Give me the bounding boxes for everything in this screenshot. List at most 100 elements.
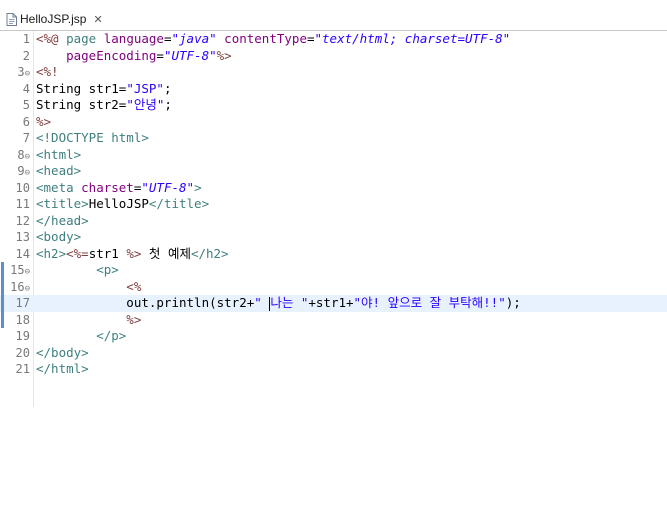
- code-text: <%!: [36, 64, 59, 81]
- code-token: %>: [36, 311, 142, 327]
- code-line[interactable]: 9⊖ <head>: [0, 163, 667, 180]
- code-line[interactable]: 10 <meta charset="UTF-8">: [0, 180, 667, 197]
- code-token: <body>: [36, 229, 82, 244]
- line-number: 4: [22, 81, 30, 96]
- code-line[interactable]: 4 String str1="JSP";: [0, 81, 667, 98]
- code-text: <html>: [36, 147, 81, 164]
- line-number: 6: [22, 114, 30, 129]
- code-line[interactable]: 13 <body>: [0, 229, 667, 246]
- code-line[interactable]: 5 String str2="안녕";: [0, 97, 667, 114]
- code-line[interactable]: 17 out.println(str2+" 나는 "+str1+"야! 앞으로 …: [0, 295, 667, 312]
- jsp-file-icon: [6, 12, 17, 26]
- line-number: 19: [15, 329, 30, 343]
- code-line[interactable]: 6 %>: [0, 114, 667, 131]
- code-text: </p>: [36, 328, 126, 345]
- code-text: <p>: [36, 262, 119, 279]
- line-number: 2: [22, 48, 30, 63]
- fold-collapse-icon[interactable]: ⊖: [25, 168, 30, 178]
- code-text: <title>HelloJSP</title>: [36, 196, 209, 213]
- line-number: 7: [22, 131, 30, 145]
- code-token: </title>: [148, 196, 210, 211]
- code-token: language: [103, 31, 164, 46]
- code-token: pageEncoding: [36, 47, 157, 63]
- fold-collapse-icon[interactable]: ⊖: [25, 69, 30, 79]
- code-token: =: [163, 31, 172, 46]
- code-text: </html>: [36, 361, 89, 378]
- line-number: 20: [15, 345, 30, 360]
- code-token: =: [156, 47, 164, 63]
- code-token: "UTF-8": [163, 47, 217, 63]
- code-token: </body>: [36, 344, 89, 360]
- code-text: <%@ page language="java" contentType="te…: [36, 31, 510, 48]
- code-token: charset: [81, 179, 134, 195]
- code-token: <meta: [36, 179, 82, 195]
- line-number: 18: [15, 312, 30, 327]
- code-token: </html>: [36, 361, 89, 376]
- code-token: str1: [88, 245, 127, 261]
- code-line[interactable]: 2 pageEncoding="UTF-8"%>: [0, 48, 667, 65]
- fold-collapse-icon[interactable]: ⊖: [25, 284, 30, 294]
- code-text: <meta charset="UTF-8">: [36, 180, 202, 197]
- code-line[interactable]: 20 </body>: [0, 345, 667, 362]
- code-token: <%!: [36, 64, 59, 79]
- code-token: contentType: [216, 31, 307, 46]
- code-text: <h2><%=str1 %> 첫 예제</h2>: [36, 246, 229, 263]
- code-token: <html>: [36, 146, 82, 162]
- code-token: out.println(str2+: [36, 295, 255, 310]
- code-line[interactable]: 12 </head>: [0, 213, 667, 230]
- code-line[interactable]: 3⊖ <%!: [0, 64, 667, 81]
- tab-file-name: HelloJSP.jsp: [20, 12, 87, 26]
- code-lines[interactable]: 1 <%@ page language="java" contentType="t…: [0, 31, 667, 378]
- fold-collapse-icon[interactable]: ⊖: [25, 152, 30, 162]
- code-token: <h2>: [36, 245, 67, 261]
- code-token: <%: [36, 278, 142, 294]
- code-token: <%=: [66, 245, 89, 261]
- code-token: );: [505, 295, 521, 310]
- line-number: 5: [22, 98, 30, 112]
- code-token: ": [254, 295, 270, 310]
- line-number: 1: [22, 32, 30, 46]
- code-text: String str1="JSP";: [36, 81, 171, 98]
- code-line[interactable]: 21 </html>: [0, 361, 667, 378]
- code-text: <!DOCTYPE html>: [36, 130, 149, 147]
- code-line[interactable]: 18 %>: [0, 311, 667, 328]
- code-token: </head>: [36, 212, 89, 228]
- code-token: </p>: [36, 328, 127, 343]
- code-token: %>: [216, 47, 232, 63]
- code-line[interactable]: 16⊖ <%: [0, 278, 667, 295]
- code-token: "야! 앞으로 잘 부탁해!!": [353, 295, 506, 310]
- code-line[interactable]: 1 <%@ page language="java" contentType="t…: [0, 31, 667, 48]
- fold-collapse-icon[interactable]: ⊖: [25, 267, 30, 277]
- code-token: <p>: [36, 262, 119, 277]
- code-editor[interactable]: HelloJSP.jsp ✕ 1 <%@ page language="java"…: [0, 0, 667, 407]
- code-token: ;: [164, 97, 172, 112]
- code-text: String str2="안녕";: [36, 97, 172, 114]
- code-token: String str2=: [36, 97, 127, 112]
- code-token: "text/html; charset=UTF-8": [314, 31, 511, 46]
- editor-tab[interactable]: HelloJSP.jsp ✕: [2, 9, 109, 29]
- code-text: </head>: [36, 213, 89, 230]
- line-number: 21: [15, 362, 30, 376]
- code-token: <title>: [36, 196, 89, 211]
- code-line[interactable]: 8⊖ <html>: [0, 147, 667, 164]
- code-line[interactable]: 14 <h2><%=str1 %> 첫 예제</h2>: [0, 246, 667, 263]
- code-line[interactable]: 11 <title>HelloJSP</title>: [0, 196, 667, 213]
- code-token: <%@: [36, 31, 67, 46]
- code-line[interactable]: 19 </p>: [0, 328, 667, 345]
- code-token: "java": [171, 31, 217, 46]
- line-number: 13: [15, 230, 30, 244]
- code-token: "안녕": [126, 97, 165, 112]
- code-line[interactable]: 15⊖ <p>: [0, 262, 667, 279]
- code-line[interactable]: 7 <!DOCTYPE html>: [0, 130, 667, 147]
- code-token: +str1+: [308, 295, 354, 310]
- code-text: out.println(str2+" 나는 "+str1+"야! 앞으로 잘 부…: [36, 295, 521, 312]
- code-text: %>: [36, 114, 51, 131]
- code-text: <body>: [36, 229, 81, 246]
- code-token: =: [306, 31, 315, 46]
- code-text: pageEncoding="UTF-8"%>: [36, 48, 232, 65]
- code-text: <head>: [36, 163, 81, 180]
- code-token: <head>: [36, 163, 82, 178]
- close-icon[interactable]: ✕: [93, 13, 102, 26]
- code-token: page: [66, 31, 104, 46]
- line-number: 11: [15, 197, 30, 211]
